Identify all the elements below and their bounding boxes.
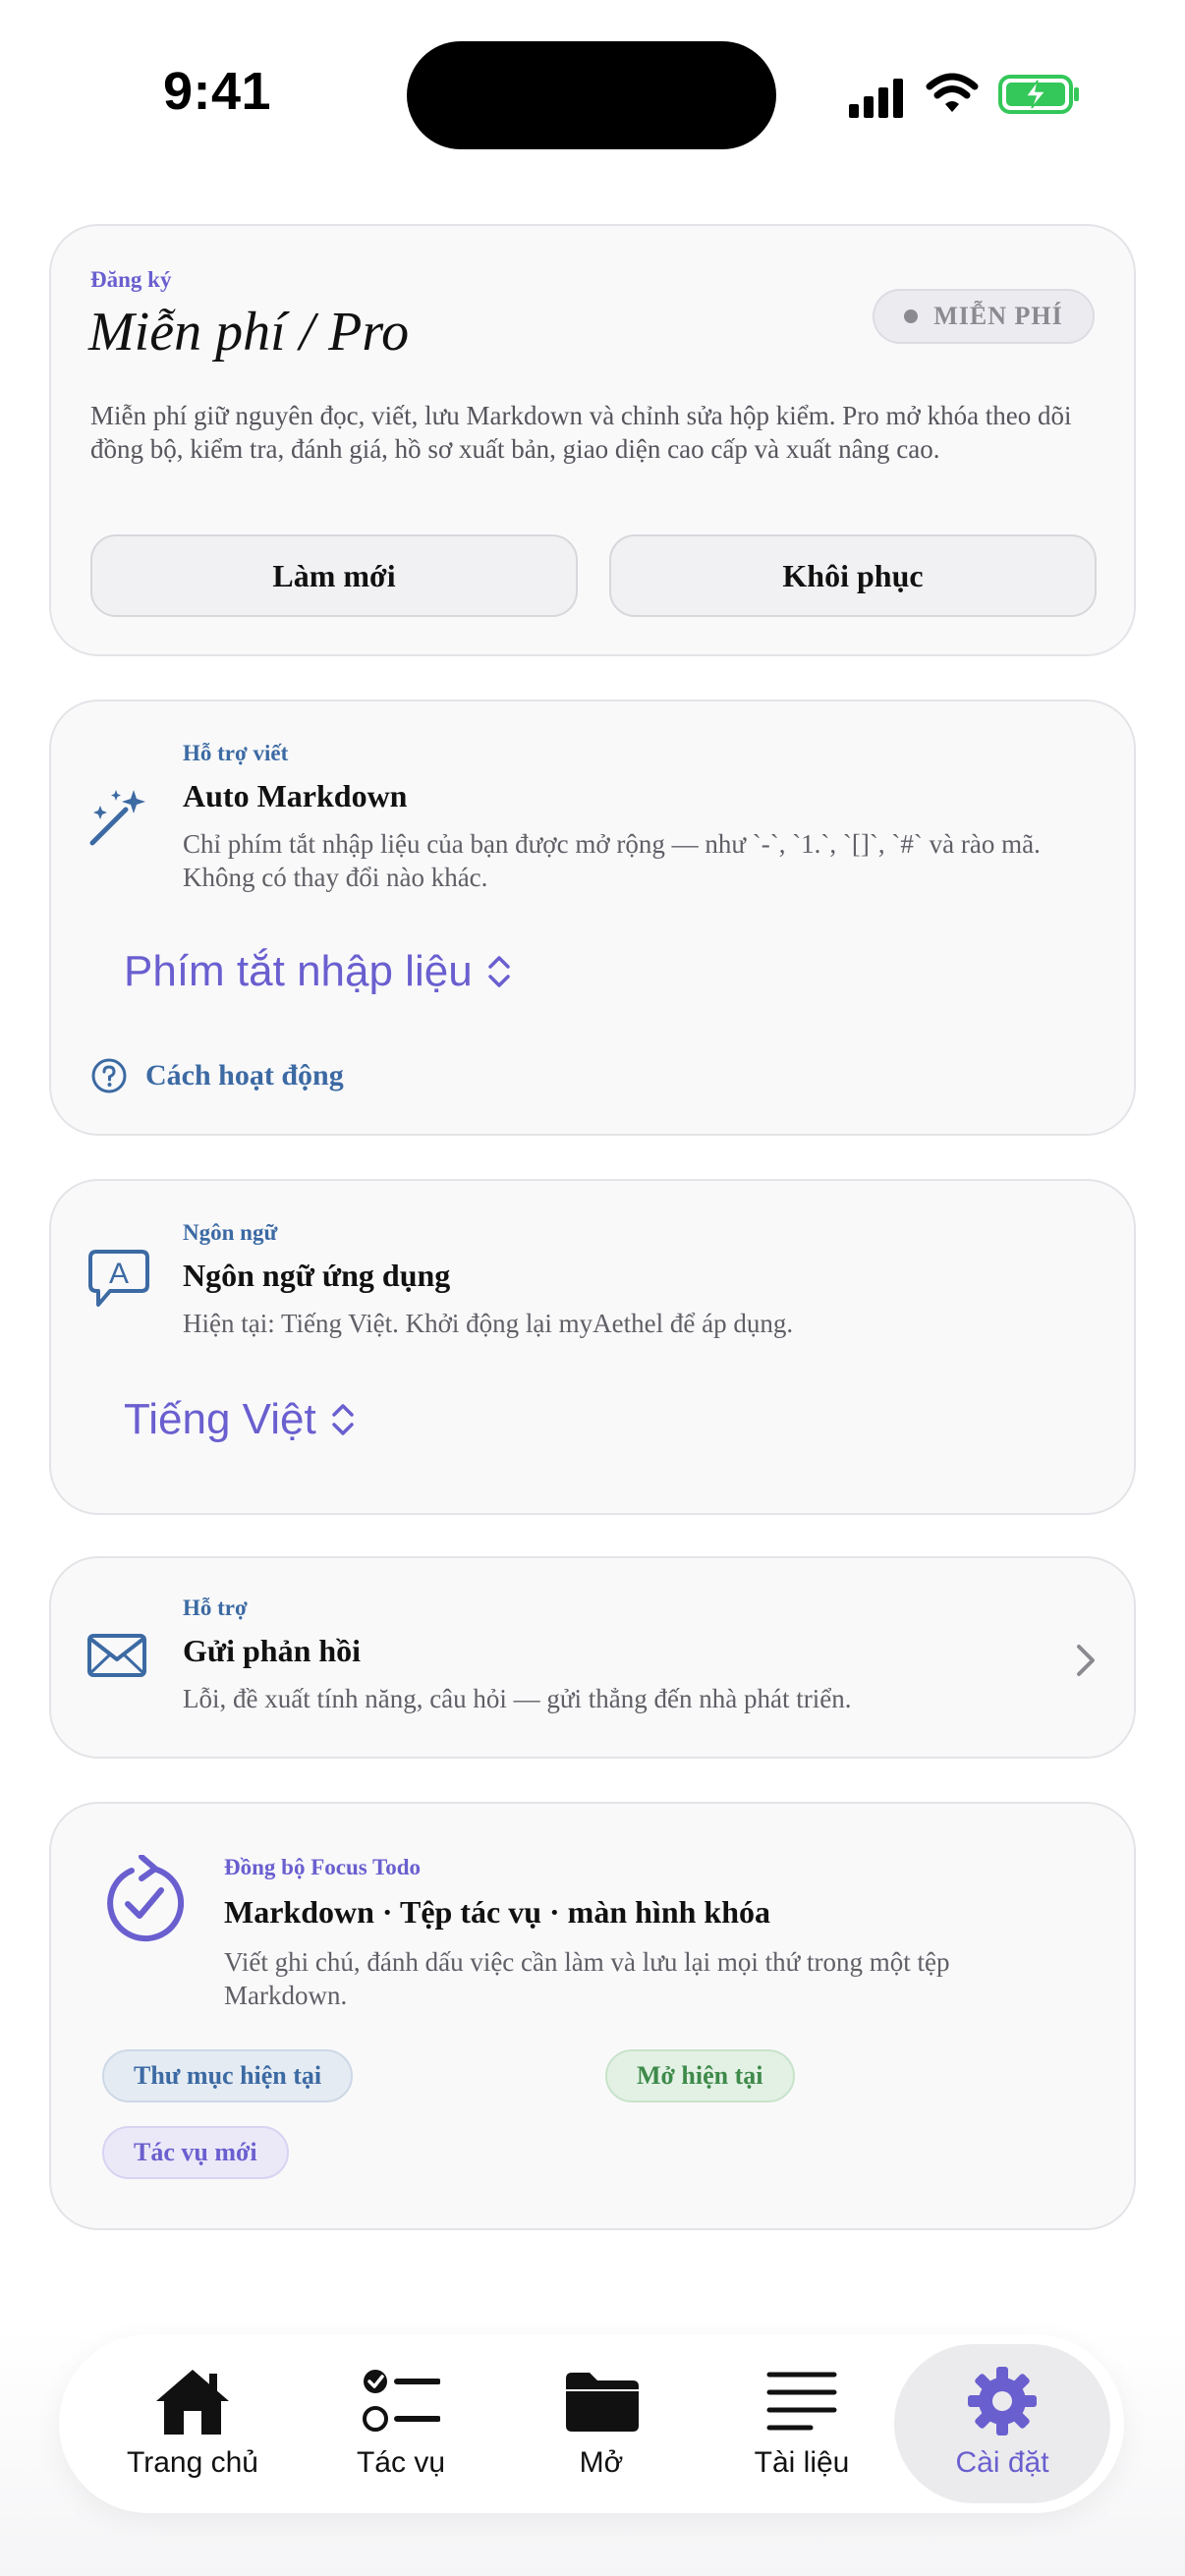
subscription-description: Miễn phí giữ nguyên đọc, viết, lưu Markd… [90,401,1072,464]
open-current-chip[interactable]: Mở hiện tại [605,2049,795,2102]
status-bar: 9:41 [0,0,1185,187]
focus-title: Markdown · Tệp tác vụ · màn hình khóa [224,1894,770,1930]
magic-wand-icon [89,790,145,846]
tab-home[interactable]: Trang chủ [94,2334,291,2513]
how-it-works-link[interactable]: Cách hoạt động [90,1057,344,1094]
focus-todo-card: Đồng bộ Focus Todo Markdown · Tệp tác vụ… [49,1802,1136,2230]
refresh-button[interactable]: Làm mới [90,534,578,617]
language-card: A Ngôn ngữ Ngôn ngữ ứng dụng Hiện tại: T… [49,1179,1136,1515]
text-lines-icon [766,2372,837,2431]
support-description: Lỗi, đề xuất tính năng, câu hỏi — gửi th… [183,1684,852,1713]
subscription-title: Miễn phí / Pro [88,302,410,363]
language-eyebrow: Ngôn ngữ [183,1220,278,1245]
envelope-icon [87,1634,146,1677]
tab-documents[interactable]: Tài liệu [704,2334,900,2513]
cellular-signal-icon [849,79,903,118]
tab-settings[interactable]: Cài đặt [904,2334,1100,2513]
writing-title: Auto Markdown [183,778,408,813]
tab-home-label: Trang chủ [127,2446,258,2479]
tab-open-label: Mở [579,2446,624,2479]
writing-assist-card: Hỗ trợ viết Auto Markdown Chỉ phím tắt n… [49,700,1136,1136]
current-folder-chip[interactable]: Thư mục hiện tại [102,2049,354,2102]
chevron-up-down-icon [331,1404,354,1435]
tab-open[interactable]: Mở [503,2334,700,2513]
markdown-mode-picker[interactable]: Phím tắt nhập liệu [124,947,512,996]
language-description: Hiện tại: Tiếng Việt. Khởi động lại myAe… [183,1309,794,1338]
tab-tasks-label: Tác vụ [356,2446,446,2479]
tab-bar: Trang chủ Tác vụ Mở Tài liệu Cài đặt [59,2334,1124,2513]
language-picker[interactable]: Tiếng Việt [124,1395,356,1444]
subscription-eyebrow: Đăng ký [90,267,172,292]
language-picker-value: Tiếng Việt [124,1395,316,1443]
plan-status-label: MIỄN PHÍ [933,302,1063,330]
language-bubble-icon: A [88,1250,149,1307]
gear-icon [968,2367,1037,2436]
support-eyebrow: Hỗ trợ [183,1596,248,1620]
send-feedback-row[interactable]: Hỗ trợ Gửi phản hồi Lỗi, đề xuất tính nă… [49,1556,1136,1759]
subscription-card: Đăng ký Miễn phí / Pro MIỄN PHÍ Miễn phí… [49,224,1136,656]
tab-tasks[interactable]: Tác vụ [303,2334,499,2513]
status-time: 9:41 [163,62,272,121]
sync-check-icon [107,1855,185,1942]
status-dot-icon [904,309,919,323]
language-title: Ngôn ngữ ứng dụng [183,1258,451,1293]
tab-settings-label: Cài đặt [955,2446,1049,2479]
writing-description: Chỉ phím tắt nhập liệu của bạn được mở r… [183,829,1041,892]
chevron-right-icon [1077,1645,1095,1676]
tab-documents-label: Tài liệu [754,2446,850,2479]
support-title: Gửi phản hồi [183,1633,362,1668]
folder-icon [566,2373,639,2432]
markdown-mode-value: Phím tắt nhập liệu [124,947,473,995]
battery-charging-icon [998,75,1079,114]
focus-eyebrow: Đồng bộ Focus Todo [224,1855,422,1879]
house-icon [156,2370,229,2435]
focus-description: Viết ghi chú, đánh dấu việc cần làm và l… [224,1947,950,2010]
dynamic-island [407,41,776,149]
restore-purchase-button[interactable]: Khôi phục [609,534,1097,617]
wifi-icon [926,73,979,112]
plan-status-badge: MIỄN PHÍ [873,289,1095,344]
chevron-up-down-icon [487,956,510,987]
how-it-works-label: Cách hoạt động [145,1059,344,1092]
question-circle-icon [91,1058,127,1093]
writing-eyebrow: Hỗ trợ viết [183,741,289,765]
new-task-chip[interactable]: Tác vụ mới [102,2126,289,2179]
svg-text:A: A [109,1258,129,1290]
checklist-icon [363,2370,440,2432]
